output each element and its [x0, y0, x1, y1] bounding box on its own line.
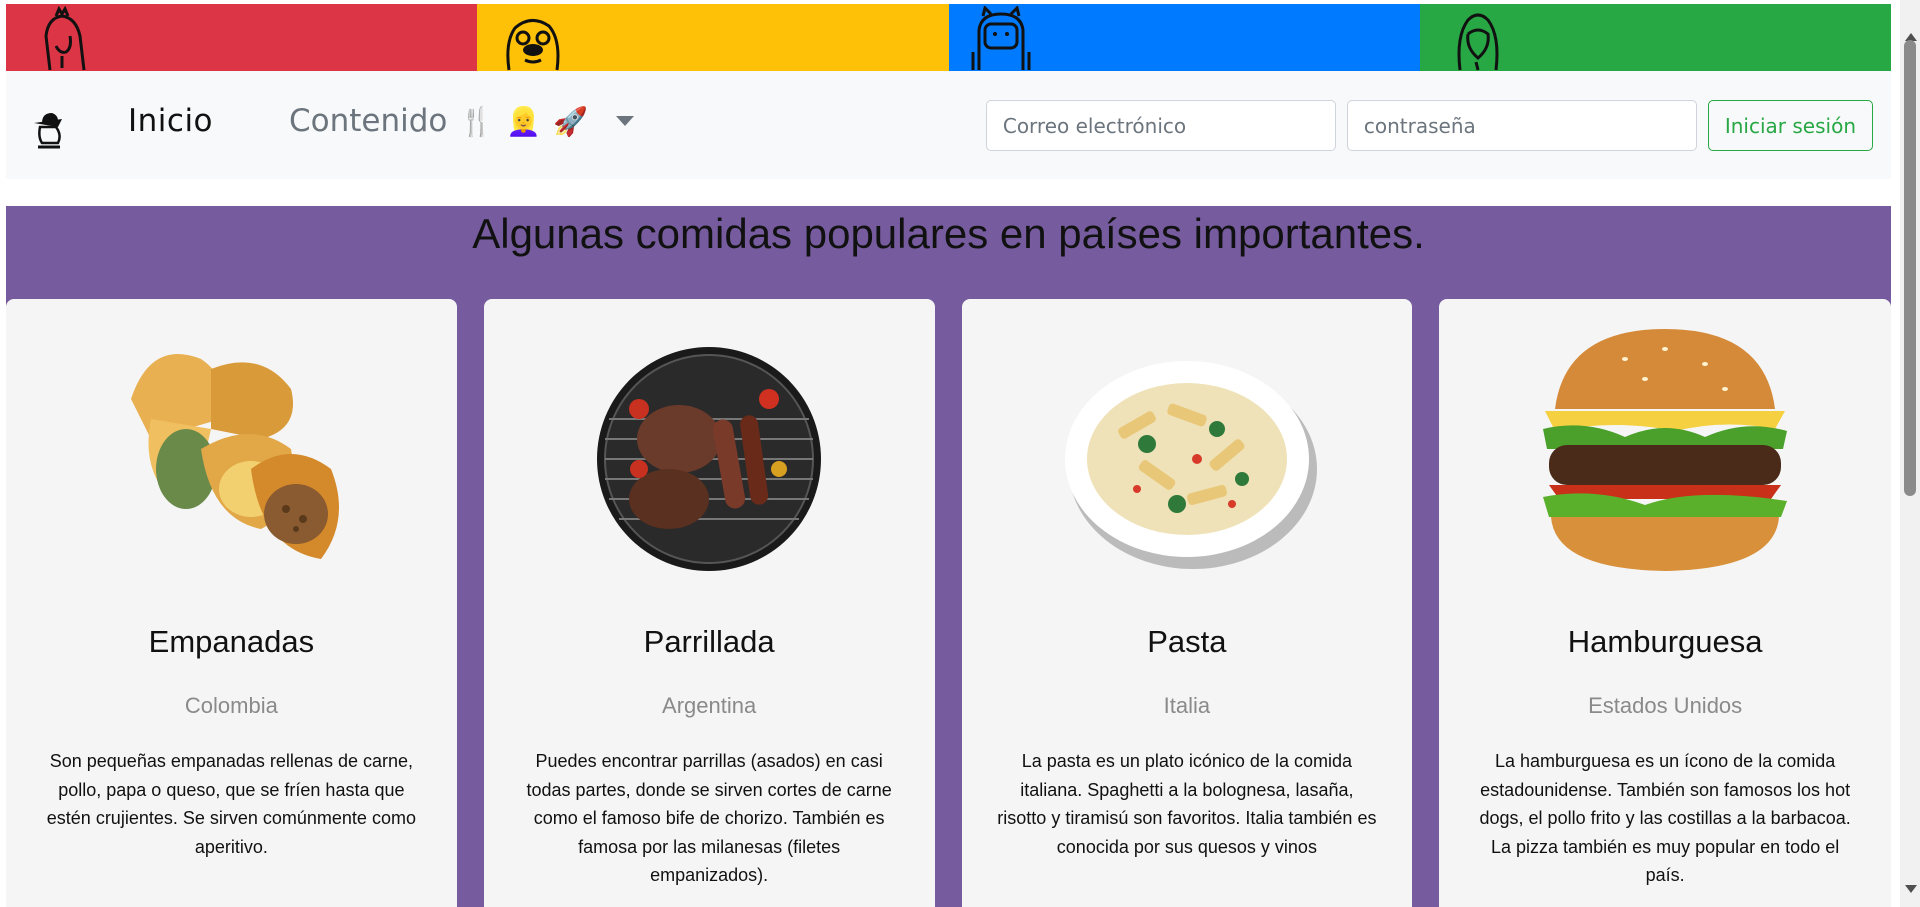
nav-content-label: Contenido — [289, 103, 448, 139]
fork-knife-icon: 🍴 — [459, 104, 495, 138]
food-card-parrillada: Parrillada Argentina Puedes encontrar pa… — [483, 299, 935, 907]
hat-character-icon[interactable] — [28, 109, 68, 149]
card-country: Italia — [1163, 693, 1211, 718]
topbar-band-blue — [948, 4, 1420, 71]
empanadas-image — [131, 354, 340, 559]
food-cards: Empanadas Colombia Son pequeñas empanada… — [6, 299, 1891, 907]
topbar-band-red — [6, 4, 478, 71]
blonde-person-icon: 👱‍♀️ — [506, 104, 542, 138]
card-description: La hamburguesa es un ícono de la comida … — [1479, 751, 1851, 885]
card-title: Empanadas — [148, 624, 315, 659]
card-description: Puedes encontrar parrillas (asados) en c… — [526, 751, 892, 885]
card-title: Hamburguesa — [1567, 624, 1763, 659]
navbar: Inicio Contenido 🍴 👱‍♀️ 🚀 Iniciar sesión — [6, 71, 1891, 179]
card-description: Son pequeñas empanadas rellenas de carne… — [46, 751, 416, 857]
card-description: La pasta es un plato icónico de la comid… — [997, 751, 1377, 857]
section-title: Algunas comidas populares en países impo… — [472, 210, 1425, 257]
nav-content-dropdown[interactable]: Contenido 🍴 👱‍♀️ 🚀 — [289, 103, 635, 139]
marceline-icon — [1457, 13, 1499, 71]
login-form: Iniciar sesión — [985, 100, 1873, 151]
scroll-down-icon[interactable] — [1905, 885, 1917, 893]
email-input[interactable] — [985, 100, 1336, 151]
food-card-hamburguesa: Hamburguesa Estados Unidos La hamburgues… — [1439, 299, 1891, 907]
nav-home-link[interactable]: Inicio — [128, 103, 213, 139]
food-card-empanadas: Empanadas Colombia Son pequeñas empanada… — [6, 299, 457, 907]
rocket-icon: 🚀 — [553, 104, 589, 138]
jake-dog-icon — [506, 19, 560, 71]
popular-foods-section: Algunas comidas populares en países impo… — [6, 206, 1891, 907]
pasta-image — [1064, 361, 1317, 569]
top-color-strip — [6, 4, 1891, 71]
finn-human-icon — [971, 6, 1030, 70]
card-country: Argentina — [662, 693, 757, 718]
card-title: Pasta — [1147, 624, 1227, 659]
card-title: Parrillada — [643, 624, 775, 659]
parrillada-image — [597, 347, 822, 571]
card-country: Colombia — [184, 693, 278, 718]
hamburguesa-image — [1543, 329, 1788, 571]
princess-bubblegum-icon — [44, 6, 86, 71]
card-country: Estados Unidos — [1588, 693, 1743, 718]
topbar-band-green — [1419, 4, 1891, 71]
topbar-band-yellow — [477, 4, 949, 71]
password-input[interactable] — [1346, 100, 1697, 151]
chevron-down-icon — [616, 116, 635, 126]
scrollbar-thumb[interactable] — [1904, 40, 1916, 496]
login-button[interactable]: Iniciar sesión — [1707, 100, 1873, 151]
food-card-pasta: Pasta Italia La pasta es un plato icónic… — [961, 299, 1413, 907]
page-scrollbar[interactable] — [1900, 0, 1920, 907]
